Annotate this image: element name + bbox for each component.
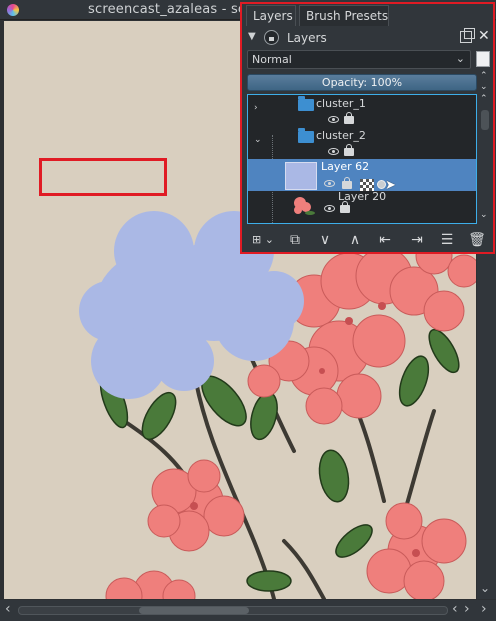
layer-row-cluster-1[interactable]: › cluster_1 bbox=[248, 95, 476, 127]
layer-lock-icon[interactable] bbox=[344, 112, 354, 124]
layers-docker: Layers Brush Presets ▼ Layers ✕ Normal ⌄… bbox=[240, 2, 495, 254]
layer-thumbnail bbox=[285, 162, 317, 190]
chevron-down-icon: ⌄ bbox=[455, 52, 465, 65]
delete-icon[interactable]: 🗑 bbox=[466, 230, 488, 250]
visibility-eye-icon[interactable] bbox=[324, 180, 335, 187]
alpha-channel-icon[interactable] bbox=[476, 51, 490, 67]
layer-list-scroll-thumb[interactable] bbox=[481, 110, 489, 130]
folder-icon bbox=[298, 128, 314, 143]
docker-title-bar: ▼ Layers ✕ bbox=[244, 28, 491, 48]
layer-toolbar: ⊞ ⌄ ⧉ ∨ ∧ ⇤ ⇥ ☰ 🗑 bbox=[246, 228, 493, 252]
horizontal-scroll-track[interactable] bbox=[18, 606, 448, 615]
visibility-eye-icon[interactable] bbox=[328, 148, 339, 155]
layer-lock-icon[interactable] bbox=[344, 144, 354, 156]
document-tab-title[interactable]: screencast_azaleas - sc bbox=[88, 2, 245, 17]
duplicate-layer-icon[interactable]: ⧉ bbox=[284, 230, 306, 250]
opacity-label: Opacity: 100% bbox=[321, 76, 403, 89]
tab-brush-presets[interactable]: Brush Presets bbox=[299, 5, 389, 26]
docker-title: Layers bbox=[287, 31, 327, 45]
horizontal-scroll-thumb[interactable] bbox=[139, 607, 249, 614]
visibility-eye-icon[interactable] bbox=[328, 116, 339, 123]
lock-icon[interactable] bbox=[264, 30, 279, 45]
layer-row-cluster-2[interactable]: ⌄ cluster_2 bbox=[248, 127, 476, 159]
folder-icon bbox=[298, 96, 314, 111]
scroll-down-icon[interactable]: ⌄ bbox=[480, 581, 490, 595]
layer-lock-icon[interactable] bbox=[340, 201, 350, 213]
float-icon[interactable] bbox=[460, 28, 475, 43]
scroll-right-icon[interactable]: › bbox=[481, 601, 487, 617]
chevron-down-icon[interactable]: ⌄ bbox=[254, 135, 262, 145]
krita-icon bbox=[7, 4, 19, 16]
options-icon[interactable]: ☰ bbox=[436, 230, 458, 250]
blend-mode-value: Normal bbox=[252, 53, 292, 66]
opacity-slider[interactable]: Opacity: 100% bbox=[247, 74, 477, 91]
collapse-icon[interactable]: ▼ bbox=[248, 31, 256, 42]
add-layer-icon[interactable]: ⊞ ⌄ bbox=[248, 230, 278, 250]
layer-thumbnail bbox=[294, 197, 315, 215]
scroll-down-icon[interactable]: ⌄ bbox=[480, 210, 488, 220]
canvas-horizontal-scrollbar[interactable]: ‹ ‹ › › bbox=[0, 600, 496, 621]
layer-list[interactable]: › cluster_1 ⌄ cluster_2 Layer 62 ➤ Layer… bbox=[247, 94, 477, 224]
scroll-left-icon[interactable]: ‹ bbox=[452, 601, 458, 617]
close-icon[interactable]: ✕ bbox=[478, 28, 490, 44]
visibility-eye-icon[interactable] bbox=[324, 205, 335, 212]
move-down-icon[interactable]: ∨ bbox=[314, 230, 336, 250]
layer-name: cluster_1 bbox=[316, 97, 366, 110]
scroll-up-icon[interactable]: ⌃ bbox=[480, 94, 488, 104]
annotation-highlight-box bbox=[39, 158, 167, 196]
scroll-right-icon[interactable]: › bbox=[464, 601, 470, 617]
layer-row-layer-62[interactable]: Layer 62 ➤ bbox=[248, 159, 476, 193]
properties-icon[interactable]: ⇤ bbox=[374, 230, 396, 250]
layer-row-layer-20[interactable]: Layer 20 bbox=[248, 190, 476, 223]
opacity-spin-icon[interactable]: ⌃ ⌄ bbox=[480, 71, 488, 93]
layer-list-scrollbar[interactable]: ⌃ ⌄ bbox=[479, 94, 491, 224]
layer-name: cluster_2 bbox=[316, 129, 366, 142]
blend-mode-select[interactable]: Normal ⌄ bbox=[247, 50, 471, 69]
move-up-icon[interactable]: ∧ bbox=[344, 230, 366, 250]
import-icon[interactable]: ⇥ bbox=[406, 230, 428, 250]
scroll-left-icon[interactable]: ‹ bbox=[5, 601, 11, 617]
tab-layers[interactable]: Layers bbox=[246, 5, 296, 26]
layer-name: Layer 62 bbox=[321, 160, 370, 173]
chevron-right-icon[interactable]: › bbox=[254, 103, 258, 113]
layer-lock-icon[interactable] bbox=[342, 177, 352, 189]
